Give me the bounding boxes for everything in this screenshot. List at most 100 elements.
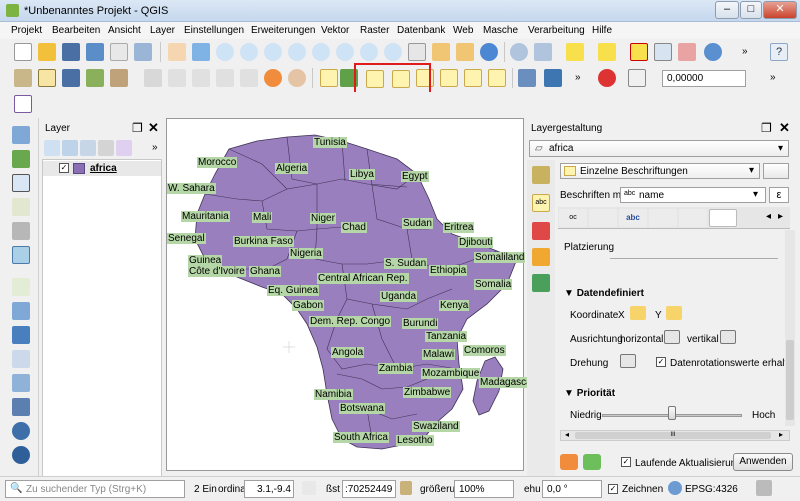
scale-input[interactable]: 0,00000 bbox=[662, 70, 746, 87]
tab-formatting-icon[interactable] bbox=[589, 209, 617, 227]
magnifier-spinbox[interactable]: 100% bbox=[454, 480, 514, 498]
current-edits-icon[interactable] bbox=[14, 69, 32, 87]
toggle-extents-icon[interactable] bbox=[302, 481, 316, 495]
style-menu-button[interactable] bbox=[763, 163, 789, 179]
locator-search[interactable]: 🔍 Zu suchender Typ (Strg+K) bbox=[5, 480, 185, 498]
save-as-icon[interactable] bbox=[86, 43, 104, 61]
new-shapefile-icon[interactable] bbox=[12, 278, 30, 296]
layer-row-africa[interactable]: ✓ africa bbox=[43, 161, 161, 176]
zoom-last-icon[interactable] bbox=[360, 43, 378, 61]
horizontal-scrollbar[interactable]: ◂ III ▸ bbox=[560, 430, 790, 441]
float-panel-icon[interactable]: ❐ bbox=[132, 121, 143, 135]
add-postgis-icon[interactable] bbox=[12, 222, 30, 240]
toolbar-overflow[interactable]: » bbox=[575, 72, 581, 83]
float-panel-icon[interactable]: ❐ bbox=[761, 121, 772, 135]
redo-style-icon[interactable] bbox=[583, 454, 601, 470]
menu-erweiterungen[interactable]: Erweiterungen bbox=[251, 25, 315, 36]
open-project-icon[interactable] bbox=[38, 43, 56, 61]
deselect-icon[interactable] bbox=[630, 43, 648, 61]
zoom-next-icon[interactable] bbox=[384, 43, 402, 61]
add-feature-icon[interactable] bbox=[86, 69, 104, 87]
lock-scale-icon[interactable] bbox=[400, 481, 412, 495]
live-update-checkbox[interactable]: ✓ bbox=[621, 457, 631, 467]
add-group-icon[interactable] bbox=[62, 140, 78, 156]
scroll-left-arrow[interactable]: ◂ bbox=[565, 430, 569, 439]
expression-button[interactable]: ε bbox=[769, 187, 789, 203]
add-raster-layer-icon[interactable] bbox=[12, 150, 30, 168]
add-vector-layer-icon[interactable] bbox=[12, 126, 30, 144]
add-virtual-layer-icon[interactable] bbox=[12, 246, 30, 264]
layer-select[interactable]: ▱ africa ▾ bbox=[529, 140, 789, 157]
maximize-button[interactable]: □ bbox=[740, 1, 762, 19]
labels-tab-icon[interactable]: abc bbox=[532, 194, 550, 212]
add-delimited-text-icon[interactable] bbox=[12, 174, 30, 192]
data-defined-halign-icon[interactable] bbox=[664, 330, 680, 344]
help-icon[interactable]: ? bbox=[770, 43, 788, 61]
priority-header[interactable]: ▼ Priorität bbox=[564, 388, 615, 399]
3d-view-tab-icon[interactable] bbox=[532, 248, 550, 266]
menu-einstellungen[interactable]: Einstellungen bbox=[184, 25, 244, 36]
profile-tool-icon[interactable] bbox=[14, 95, 32, 113]
minimize-button[interactable]: – bbox=[715, 1, 739, 19]
priority-slider-handle[interactable] bbox=[668, 406, 676, 420]
tab-scroll-right[interactable]: ▸ bbox=[778, 211, 783, 222]
new-spatialite-icon[interactable] bbox=[12, 326, 30, 344]
vertex-tool-icon[interactable] bbox=[144, 69, 162, 87]
style-manager-icon[interactable] bbox=[44, 140, 60, 156]
data-defined-valign-icon[interactable] bbox=[720, 330, 736, 344]
menu-ansicht[interactable]: Ansicht bbox=[108, 25, 141, 36]
bookmark-icon[interactable] bbox=[432, 43, 450, 61]
data-defined-x-icon[interactable] bbox=[630, 306, 646, 320]
python-console-icon[interactable] bbox=[544, 69, 562, 87]
db-manager-icon[interactable] bbox=[518, 69, 536, 87]
crs-globe-icon[interactable] bbox=[668, 481, 682, 495]
data-defined-header[interactable]: ▼ Datendefiniert bbox=[564, 288, 644, 299]
zoom-out-icon[interactable] bbox=[240, 43, 258, 61]
save-project-icon[interactable] bbox=[62, 43, 80, 61]
zoom-native-icon[interactable] bbox=[336, 43, 354, 61]
add-wms-icon[interactable] bbox=[12, 374, 30, 392]
pan-icon[interactable] bbox=[168, 43, 186, 61]
expression-filter-icon[interactable] bbox=[116, 140, 132, 156]
menu-vektor[interactable]: Vektor bbox=[321, 25, 349, 36]
tab-scroll-left[interactable]: ◂ bbox=[766, 211, 771, 222]
attribute-table-icon[interactable] bbox=[654, 43, 672, 61]
close-panel-icon[interactable]: ✕ bbox=[779, 120, 790, 136]
snapping-magnet-icon[interactable] bbox=[598, 69, 616, 87]
coordinate-field[interactable]: 3.1,-9.4 bbox=[244, 480, 294, 498]
add-wfs-icon[interactable] bbox=[12, 422, 30, 440]
show-bookmarks-icon[interactable] bbox=[456, 43, 474, 61]
identify-icon[interactable] bbox=[510, 43, 528, 61]
move-feature-icon[interactable] bbox=[110, 69, 128, 87]
tab-placement-icon[interactable] bbox=[709, 209, 737, 227]
menu-layer[interactable]: Layer bbox=[150, 25, 175, 36]
data-defined-rotation-icon[interactable] bbox=[620, 354, 636, 368]
new-project-icon[interactable] bbox=[14, 43, 32, 61]
close-button[interactable]: ✕ bbox=[763, 1, 797, 19]
new-temp-layer-icon[interactable] bbox=[12, 350, 30, 368]
menu-datenbank[interactable]: Datenbank bbox=[397, 25, 445, 36]
action-icon[interactable] bbox=[534, 43, 552, 61]
new-geopackage-icon[interactable] bbox=[12, 302, 30, 320]
change-label-icon[interactable] bbox=[488, 69, 506, 87]
tab-buffer-icon[interactable]: abc bbox=[619, 209, 647, 227]
toolbar-overflow[interactable]: » bbox=[770, 72, 776, 83]
menu-verarbeitung[interactable]: Verarbeitung bbox=[528, 25, 585, 36]
undo-style-icon[interactable] bbox=[560, 454, 578, 470]
history-tab-icon[interactable] bbox=[532, 274, 550, 292]
zoom-full-icon[interactable] bbox=[264, 43, 282, 61]
layout-manager-icon[interactable] bbox=[134, 43, 152, 61]
statistics-icon[interactable] bbox=[678, 43, 696, 61]
map-canvas[interactable]: Tunisia Morocco Algeria Libya Egypt W. Sahara… bbox=[166, 118, 537, 471]
new-map-view-icon[interactable] bbox=[408, 43, 426, 61]
rotation-spinbox[interactable]: 0,0 ° bbox=[542, 480, 602, 498]
filter-legend-icon[interactable] bbox=[98, 140, 114, 156]
menu-raster[interactable]: Raster bbox=[360, 25, 389, 36]
panel-overflow[interactable]: » bbox=[152, 142, 158, 153]
move-label-icon[interactable] bbox=[440, 69, 458, 87]
label-mode-select[interactable]: Einzelne Beschriftungen ▾ bbox=[560, 163, 760, 179]
scrollbar-thumb[interactable]: III bbox=[575, 432, 771, 439]
redo-icon[interactable] bbox=[288, 69, 306, 87]
diagrams-tab-icon[interactable] bbox=[532, 222, 550, 240]
save-edits-icon[interactable] bbox=[62, 69, 80, 87]
